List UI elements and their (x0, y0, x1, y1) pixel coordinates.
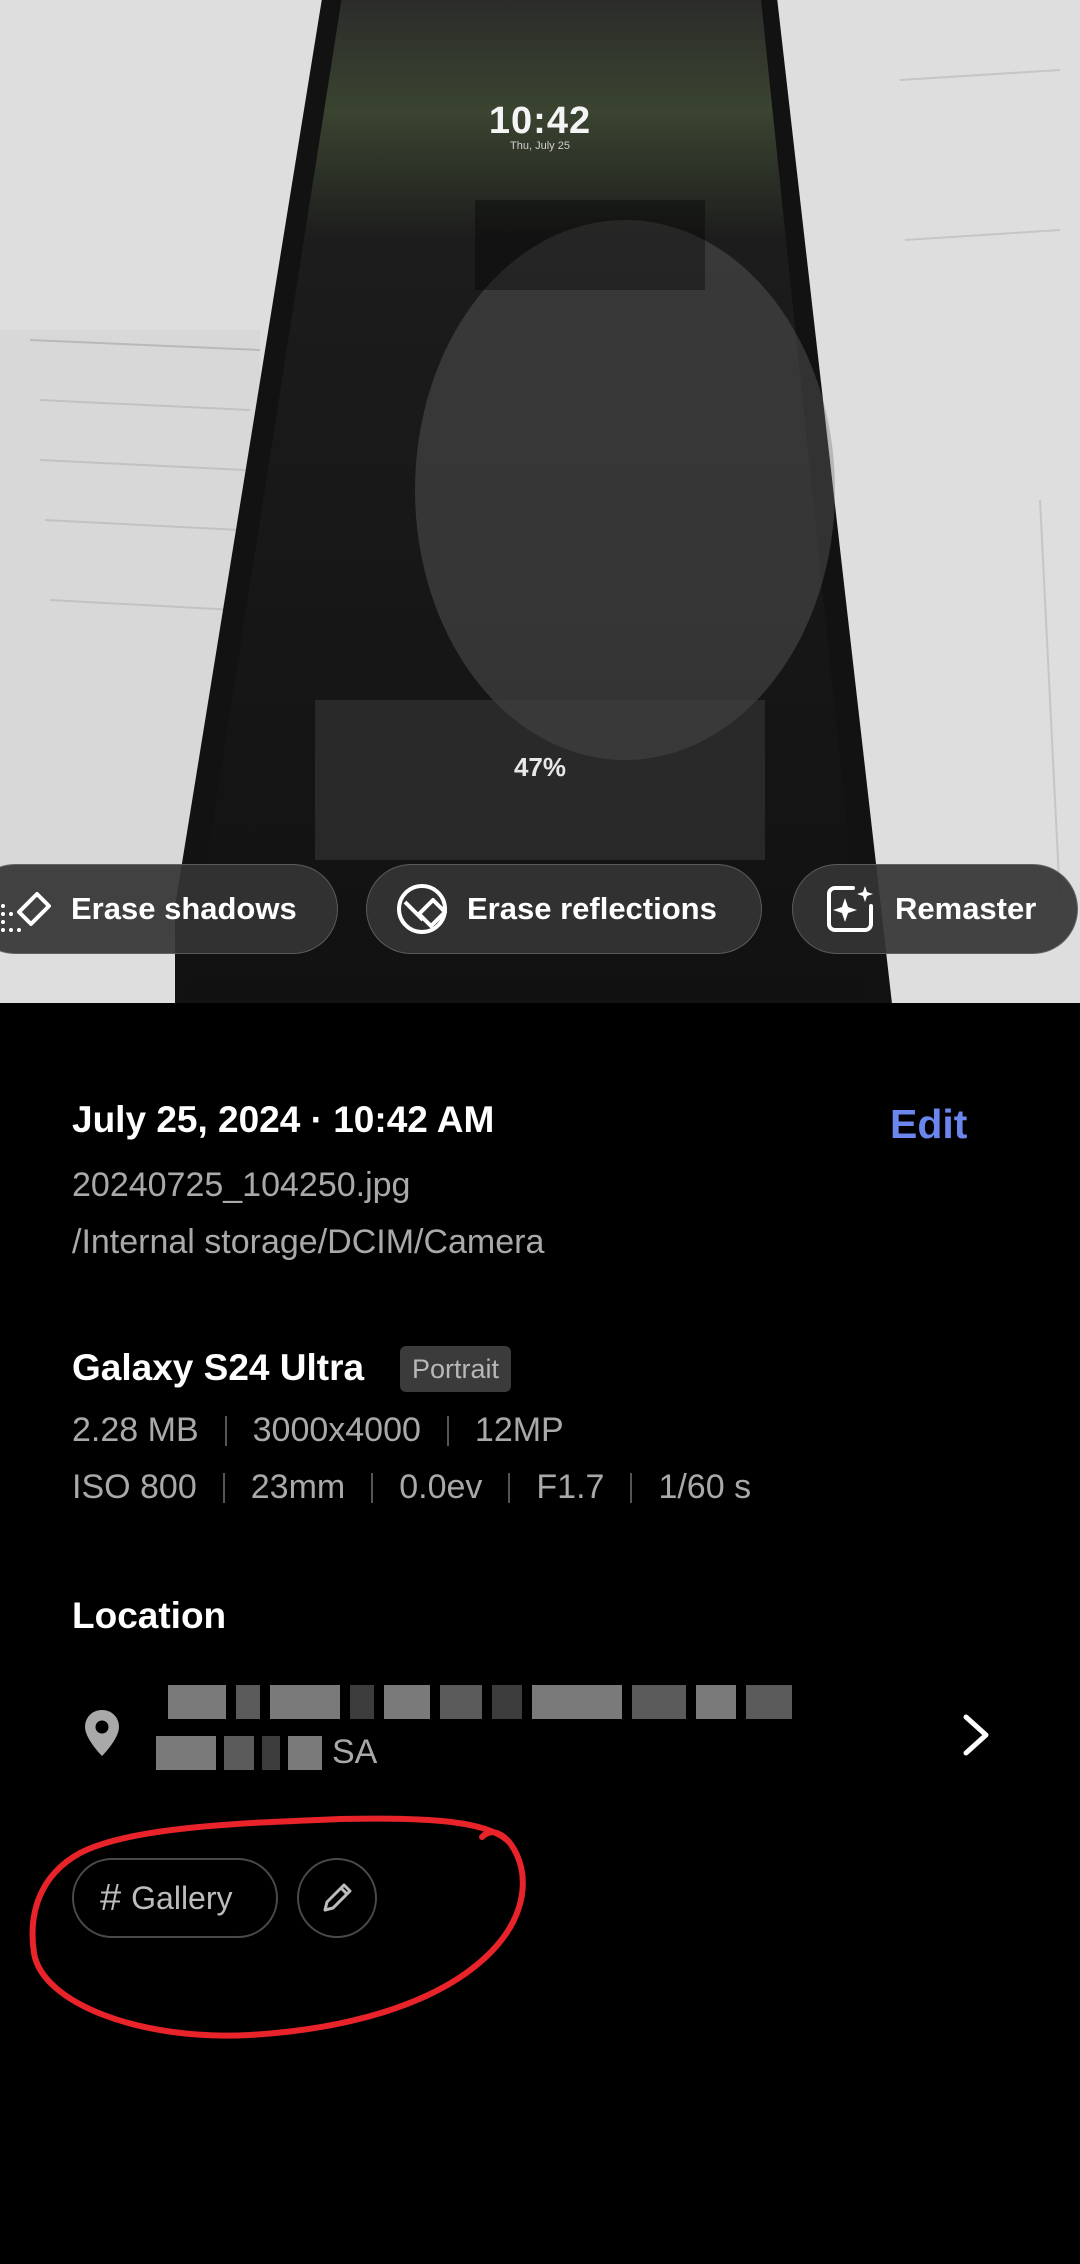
address-suffix: SA (332, 1733, 378, 1771)
lock-screen-time: 10:42 (488, 100, 592, 142)
lock-screen-battery: 47% (513, 752, 567, 782)
divider (508, 1472, 511, 1503)
file-name: 20240725_104250.jpg (72, 1166, 411, 1204)
chevron-right-icon[interactable] (958, 1711, 994, 1759)
address-redacted-line2: SA (156, 1733, 377, 1772)
divider (371, 1472, 374, 1503)
focal-length: 23mm (250, 1468, 346, 1506)
erase-reflections-label: Erase reflections (467, 891, 717, 926)
divider (224, 1415, 227, 1446)
sparkle-image-icon (827, 886, 873, 932)
pencil-icon (323, 1883, 352, 1912)
megapixels: 12MP (474, 1411, 564, 1449)
location-heading: Location (72, 1595, 227, 1636)
divider (630, 1472, 633, 1503)
divider (222, 1472, 225, 1503)
lock-screen-date: Thu, July 25 (510, 140, 570, 152)
details-panel: July 25, 2024 · 10:42 AM Edit 20240725_1… (0, 1003, 1080, 2264)
device-model: Galaxy S24 Ultra (72, 1347, 365, 1388)
edit-tags-button[interactable] (297, 1858, 377, 1938)
erase-shadows-button[interactable]: Erase shadows (0, 864, 338, 954)
photo-preview[interactable]: 10:42 Thu, July 25 47% Erase shadows Era… (0, 0, 1080, 1003)
file-path: /Internal storage/DCIM/Camera (72, 1223, 545, 1261)
mode-badge: Portrait (400, 1346, 512, 1392)
tag-label: Gallery (131, 1879, 233, 1916)
file-size: 2.28 MB (72, 1411, 199, 1449)
erase-reflections-button[interactable]: Erase reflections (366, 864, 762, 954)
location-address[interactable]: SA (156, 1685, 836, 1785)
remaster-button[interactable]: Remaster (792, 864, 1078, 954)
camera-specs-row: ISO 800 23mm 0.0ev F1.7 1/60 s (72, 1468, 751, 1507)
file-specs-row: 2.28 MB 3000x4000 12MP (72, 1411, 564, 1450)
resolution: 3000x4000 (252, 1411, 421, 1449)
hashtag-icon: # (100, 1876, 122, 1919)
iso-value: ISO 800 (72, 1468, 197, 1506)
aperture: F1.7 (536, 1468, 605, 1506)
divider (446, 1415, 449, 1446)
eraser-dotted-icon (1, 892, 51, 932)
capture-datetime: July 25, 2024 · 10:42 AM (72, 1099, 495, 1140)
address-redacted-line1 (168, 1685, 792, 1719)
tag-chip-gallery[interactable]: # Gallery (72, 1858, 278, 1938)
eraser-reflection-icon (397, 884, 447, 934)
location-pin-icon (85, 1710, 119, 1756)
exposure-value: 0.0ev (399, 1468, 483, 1506)
erase-shadows-label: Erase shadows (71, 891, 297, 926)
edit-details-button[interactable]: Edit (890, 1101, 967, 1148)
remaster-label: Remaster (895, 891, 1037, 926)
shutter-speed: 1/60 s (658, 1468, 752, 1506)
